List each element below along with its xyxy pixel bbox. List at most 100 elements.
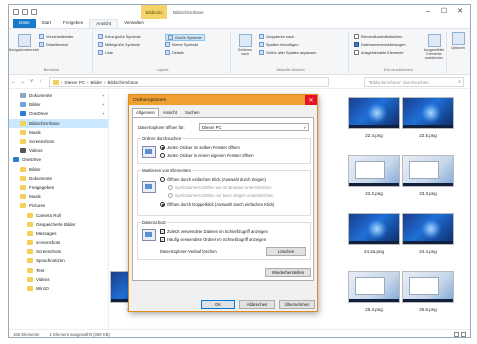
hide-selected-button[interactable]: Ausgewählte Elemente ausblenden [421, 34, 447, 60]
sidebar-item[interactable]: Videos [9, 146, 108, 155]
recent-locations-chevron-icon[interactable]: ˅ [27, 79, 36, 85]
sidebar-item[interactable]: Pictures [9, 201, 108, 210]
sidebar-item[interactable]: Musik [9, 192, 108, 201]
layout-medium[interactable]: Mittelgroße Symbole [98, 42, 140, 47]
dialog-title: Ordneroptionen [133, 97, 167, 103]
sidebar-item[interactable]: Screenshots [9, 247, 108, 256]
up-arrow-icon[interactable]: ↑ [36, 79, 45, 85]
layout-list[interactable]: Liste [98, 50, 113, 55]
maximize-button[interactable]: ☐ [436, 5, 452, 17]
file-name[interactable]: 25.3.png [348, 307, 400, 312]
options-button[interactable]: Optionen [449, 32, 467, 50]
underline-hover-option[interactable]: Symbolunterschriften nur beim Zeigen unt… [168, 193, 273, 198]
file-thumbnail[interactable] [402, 155, 454, 187]
status-item-count: 165 Elemente [13, 332, 40, 337]
tab-share[interactable]: Freigeben [57, 19, 89, 28]
search-box[interactable]: "Bildschirmfotos" durchsuchen ⌕ [364, 77, 464, 87]
sidebar-item[interactable]: Camera Roll [9, 210, 108, 219]
navigation-pane-button[interactable]: Navigationsbereich [9, 34, 39, 52]
file-thumbnail[interactable] [402, 213, 454, 245]
file-name[interactable]: 22.5.png [402, 133, 454, 138]
layout-large[interactable]: Große Symbole [165, 34, 205, 41]
tab-home[interactable]: Start [36, 19, 58, 28]
sidebar-item[interactable]: Messages [9, 229, 108, 238]
folder-icon[interactable] [13, 9, 19, 15]
save-icon[interactable] [22, 9, 28, 15]
cancel-button[interactable]: Abbrechen [239, 300, 275, 309]
layout-extra-large[interactable]: Extra große Symbole [98, 34, 141, 39]
dialog-close-button[interactable]: ✕ [305, 95, 317, 105]
show-frequent-folders-checkbox[interactable]: ✓ Häufig verwendete Ordner im Schnellzugr… [160, 237, 266, 242]
file-thumbnail[interactable] [348, 271, 400, 303]
breadcrumb-this-pc[interactable]: Dieser PC [65, 80, 86, 85]
sidebar-item[interactable]: screenshots [9, 238, 108, 247]
tab-manage[interactable]: Verwalten [118, 19, 150, 28]
file-name[interactable]: 25.5.png [402, 307, 454, 312]
layout-details[interactable]: Details [165, 50, 184, 55]
preview-pane-button[interactable]: Vorschaufenster [39, 34, 73, 39]
sidebar-item[interactable]: Screenshots [9, 137, 108, 146]
file-extensions-toggle[interactable]: Dateinamenerweiterungen [354, 42, 406, 47]
sidebar-item[interactable]: Bilder [9, 165, 108, 174]
file-thumbnail[interactable] [402, 271, 454, 303]
context-tab-picture-tools[interactable]: Bildtools [141, 5, 167, 19]
sidebar-item[interactable]: OneDrive ✦ [9, 109, 108, 118]
file-name[interactable]: 23.2.png [348, 191, 400, 196]
file-name[interactable]: 22.4.png [348, 133, 400, 138]
sidebar-item[interactable]: Videos [9, 275, 108, 284]
apply-button[interactable]: Übernehmen [279, 300, 315, 309]
open-explorer-select[interactable]: Dieser PC ˅ [199, 123, 309, 131]
breadcrumb-screenshots[interactable]: Bildschirmfotos [108, 80, 139, 85]
large-icons-view-icon[interactable] [461, 332, 466, 337]
file-name[interactable]: 24.4.png [402, 249, 454, 254]
sidebar-item[interactable]: Dokumente ✦ [9, 91, 108, 100]
clear-history-button[interactable]: Löschen [266, 247, 306, 256]
browse-new-window-option[interactable]: Jeden Ordner in einem eigenen Fenster öf… [160, 153, 254, 158]
add-columns-button[interactable]: Spalten hinzufügen [259, 42, 299, 47]
file-thumbnail[interactable] [348, 155, 400, 187]
file-thumbnail[interactable] [348, 213, 400, 245]
sidebar-item[interactable]: Test [9, 266, 108, 275]
sidebar-item[interactable]: OneDrive [9, 155, 108, 164]
file-thumbnail[interactable] [348, 97, 400, 129]
sidebar-item[interactable]: Bildschirmfotos [9, 118, 108, 128]
tab-search[interactable]: Suchen [181, 108, 204, 117]
tab-view[interactable]: Ansicht [89, 19, 119, 28]
close-window-button[interactable]: ✕ [452, 5, 468, 17]
ok-button[interactable]: OK [201, 300, 235, 309]
tab-view[interactable]: Ansicht [159, 108, 181, 117]
file-name[interactable]: 23.3.png [402, 191, 454, 196]
tab-file[interactable]: Datei [13, 19, 36, 28]
undo-icon[interactable] [31, 9, 37, 15]
details-view-icon[interactable] [454, 332, 459, 337]
folder-icon [27, 258, 33, 264]
forward-arrow-icon[interactable]: → [18, 79, 27, 85]
browse-same-window-option[interactable]: Jeden Ordner im selben Fenster öffnen [160, 145, 240, 150]
sidebar-item[interactable]: Sprachnotizen [9, 256, 108, 265]
minimize-button[interactable]: – [420, 5, 436, 17]
sidebar-item[interactable]: Dokumente [9, 174, 108, 183]
back-arrow-icon[interactable]: ← [9, 79, 18, 85]
tab-general[interactable]: Allgemein [132, 108, 159, 117]
hidden-items-toggle[interactable]: Ausgeblendete Elemente [354, 50, 403, 55]
sidebar-item[interactable]: Win10 [9, 284, 108, 293]
file-name[interactable]: 24.2a.png [348, 249, 400, 254]
single-click-option[interactable]: Öffnen durch einfachen Klick (Auswahl du… [160, 177, 266, 182]
fit-columns-button[interactable]: Größe aller Spalten anpassen [259, 50, 316, 55]
restore-defaults-button[interactable]: Wiederherstellen [265, 268, 311, 277]
group-by-button[interactable]: Gruppieren nach [259, 34, 294, 39]
breadcrumb-pictures[interactable]: Bilder [91, 80, 103, 85]
sidebar-item[interactable]: Freigegeben [9, 183, 108, 192]
sidebar-item[interactable]: Gespeicherte Bilder [9, 220, 108, 229]
underline-browser-option[interactable]: Symbolunterschriften wie im Browser unte… [168, 185, 272, 190]
show-recent-files-checkbox[interactable]: ✓ Zuletzt verwendete Dateien im Schnellzu… [160, 229, 268, 234]
sort-by-button[interactable]: Sortieren nach [236, 34, 254, 56]
sidebar-item[interactable]: Musik [9, 128, 108, 137]
sidebar-item[interactable]: Bilder ✦ [9, 100, 108, 109]
file-thumbnail[interactable] [402, 97, 454, 129]
details-pane-button[interactable]: Detailbereich [39, 42, 68, 47]
double-click-option[interactable]: Öffnen durch Doppelklick (Auswahl durch … [160, 202, 274, 207]
layout-small[interactable]: Kleine Symbole [165, 42, 198, 47]
item-checkboxes-toggle[interactable]: Elementkontrollkästchen [354, 34, 402, 39]
address-bar[interactable]: › Dieser PC › Bilder › Bildschirmfotos [49, 77, 329, 87]
